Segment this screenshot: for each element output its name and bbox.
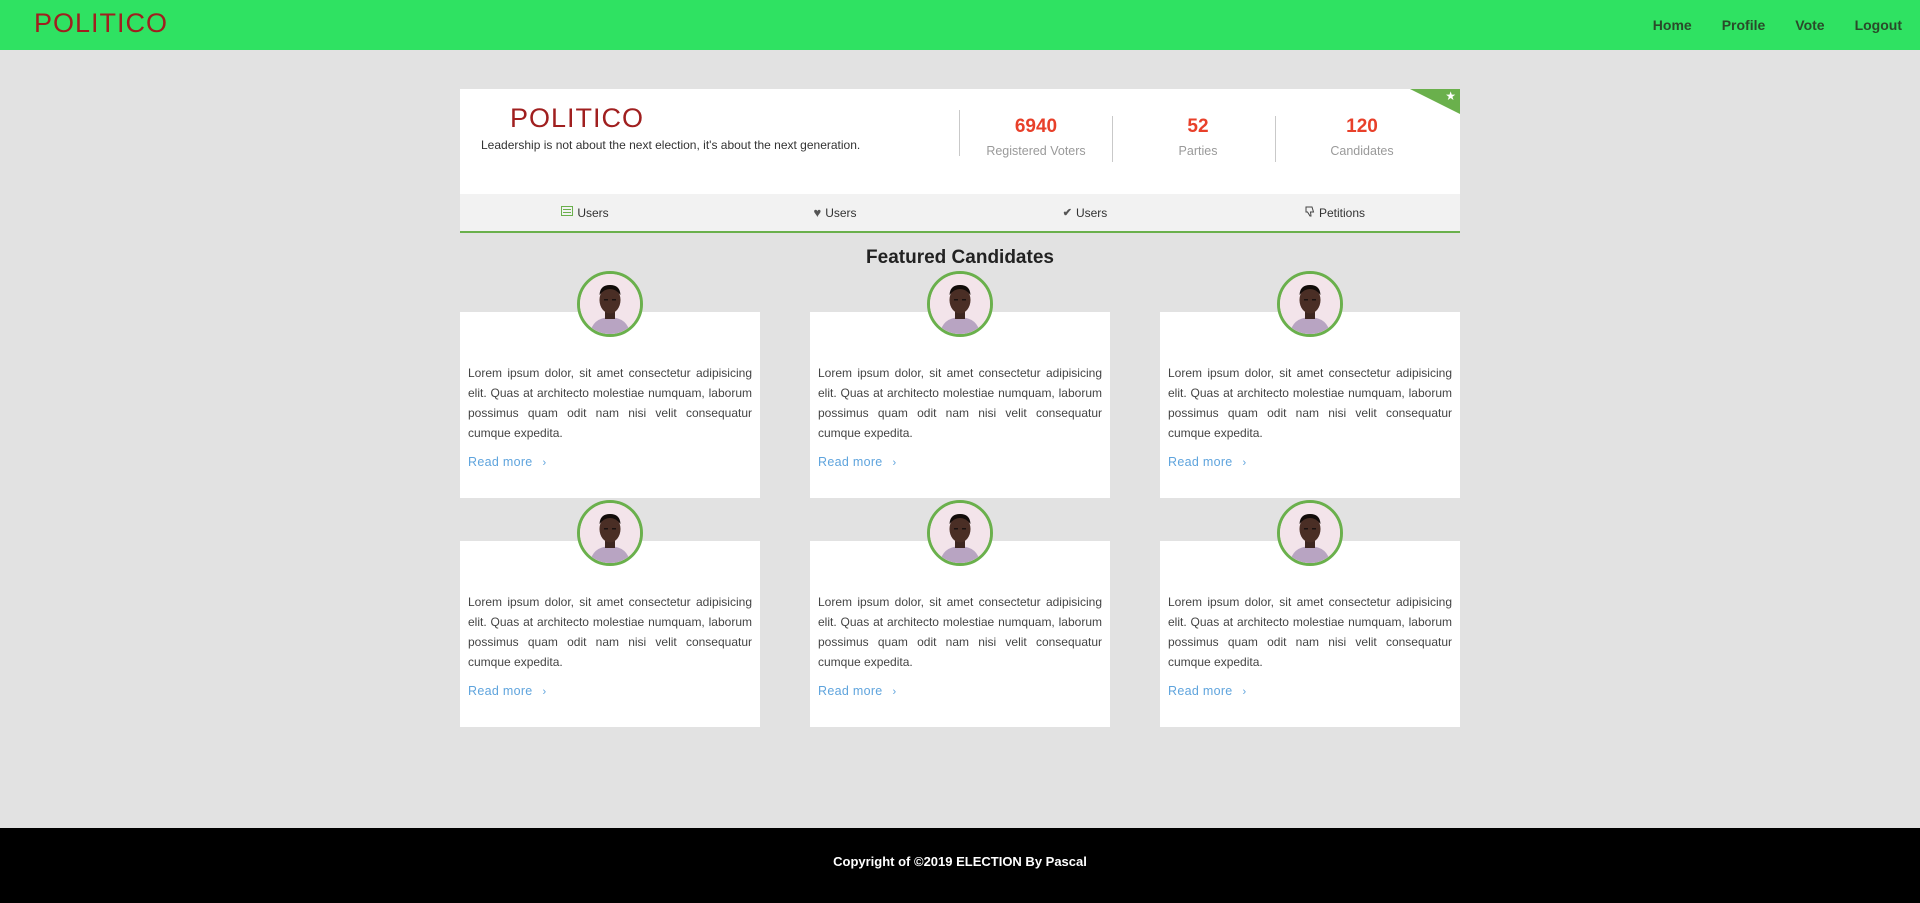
footer: Copyright of ©2019 ELECTION By Pascal [0, 828, 1920, 903]
tab-users-favorite[interactable]: ♥ Users [710, 194, 960, 231]
read-more-label: Read more [818, 684, 883, 698]
candidate-description: Lorem ipsum dolor, sit amet consectetur … [1168, 595, 1452, 669]
chevron-right-icon: › [542, 457, 547, 469]
candidate-card: Lorem ipsum dolor, sit amet consectetur … [810, 312, 1110, 498]
brand-logo[interactable]: POLITICO [34, 8, 168, 39]
tab-bar: Users ♥ Users ✔ Users Petitions [460, 194, 1460, 233]
candidate-card: Lorem ipsum dolor, sit amet consectetur … [1160, 312, 1460, 498]
nav-links: Home Profile Vote Logout [1623, 0, 1902, 50]
stat-label: Candidates [1330, 144, 1394, 158]
stat-label: Registered Voters [986, 144, 1086, 158]
read-more-link[interactable]: Read more › [468, 684, 547, 698]
candidate-description: Lorem ipsum dolor, sit amet consectetur … [468, 366, 752, 440]
candidate-description: Lorem ipsum dolor, sit amet consectetur … [1168, 366, 1452, 440]
read-more-label: Read more [1168, 455, 1233, 469]
candidate-avatar[interactable] [577, 271, 643, 337]
nav-link-logout[interactable]: Logout [1855, 17, 1902, 33]
stat-candidates: 120 Candidates [1287, 116, 1437, 158]
read-more-label: Read more [468, 684, 533, 698]
tab-label: Petitions [1318, 205, 1366, 220]
tab-label: Users [825, 205, 857, 220]
tab-label: Users [577, 205, 609, 220]
check-icon: ✔ [1062, 207, 1072, 219]
tab-petitions[interactable]: Petitions [1210, 194, 1460, 231]
chevron-right-icon: › [542, 686, 547, 698]
nav-link-vote[interactable]: Vote [1795, 17, 1824, 33]
tab-label: Users [1075, 205, 1108, 220]
stat-label: Parties [1178, 144, 1218, 158]
stat-divider [1275, 116, 1276, 162]
chevron-right-icon: › [892, 686, 897, 698]
candidate-card: Lorem ipsum dolor, sit amet consectetur … [460, 312, 760, 498]
stat-value: 52 [1187, 116, 1209, 137]
candidate-description: Lorem ipsum dolor, sit amet consectetur … [818, 595, 1102, 669]
tab-users-list[interactable]: Users [460, 194, 710, 231]
read-more-label: Read more [468, 455, 533, 469]
candidate-avatar[interactable] [1277, 500, 1343, 566]
stat-divider [959, 110, 960, 156]
tab-users-verified[interactable]: ✔ Users [960, 194, 1210, 231]
list-icon [561, 206, 574, 219]
star-icon: ★ [1445, 89, 1456, 103]
nav-link-home[interactable]: Home [1653, 17, 1692, 33]
read-more-link[interactable]: Read more › [818, 455, 897, 469]
section-title: Featured Candidates [866, 247, 1054, 268]
read-more-label: Read more [1168, 684, 1233, 698]
candidate-avatar[interactable] [927, 271, 993, 337]
header-title: POLITICO [510, 103, 645, 133]
header-card: POLITICO Leadership is not about the nex… [460, 89, 1460, 194]
candidate-avatar[interactable] [577, 500, 643, 566]
stat-value: 120 [1346, 116, 1378, 137]
candidate-card: Lorem ipsum dolor, sit amet consectetur … [460, 541, 760, 727]
candidate-description: Lorem ipsum dolor, sit amet consectetur … [468, 595, 752, 669]
top-navbar: POLITICO Home Profile Vote Logout [0, 0, 1920, 50]
read-more-link[interactable]: Read more › [1168, 684, 1247, 698]
read-more-label: Read more [818, 455, 883, 469]
chevron-right-icon: › [1242, 457, 1247, 469]
read-more-link[interactable]: Read more › [1168, 455, 1247, 469]
chevron-right-icon: › [892, 457, 897, 469]
thumbs-down-icon [1305, 206, 1315, 220]
chevron-right-icon: › [1242, 686, 1247, 698]
read-more-link[interactable]: Read more › [468, 455, 547, 469]
footer-copyright: Copyright of ©2019 ELECTION By Pascal [833, 854, 1087, 869]
candidate-avatar[interactable] [927, 500, 993, 566]
candidate-description: Lorem ipsum dolor, sit amet consectetur … [818, 366, 1102, 440]
stat-value: 6940 [1014, 116, 1058, 137]
candidate-card: Lorem ipsum dolor, sit amet consectetur … [810, 541, 1110, 727]
candidate-avatar[interactable] [1277, 271, 1343, 337]
heart-icon: ♥ [813, 205, 822, 220]
nav-link-profile[interactable]: Profile [1722, 17, 1766, 33]
stat-divider [1112, 116, 1113, 162]
header-slogan: Leadership is not about the next electio… [481, 138, 861, 152]
stat-parties: 52 Parties [1123, 116, 1273, 158]
stat-registered-voters: 6940 Registered Voters [961, 116, 1111, 158]
read-more-link[interactable]: Read more › [818, 684, 897, 698]
candidate-card: Lorem ipsum dolor, sit amet consectetur … [1160, 541, 1460, 727]
